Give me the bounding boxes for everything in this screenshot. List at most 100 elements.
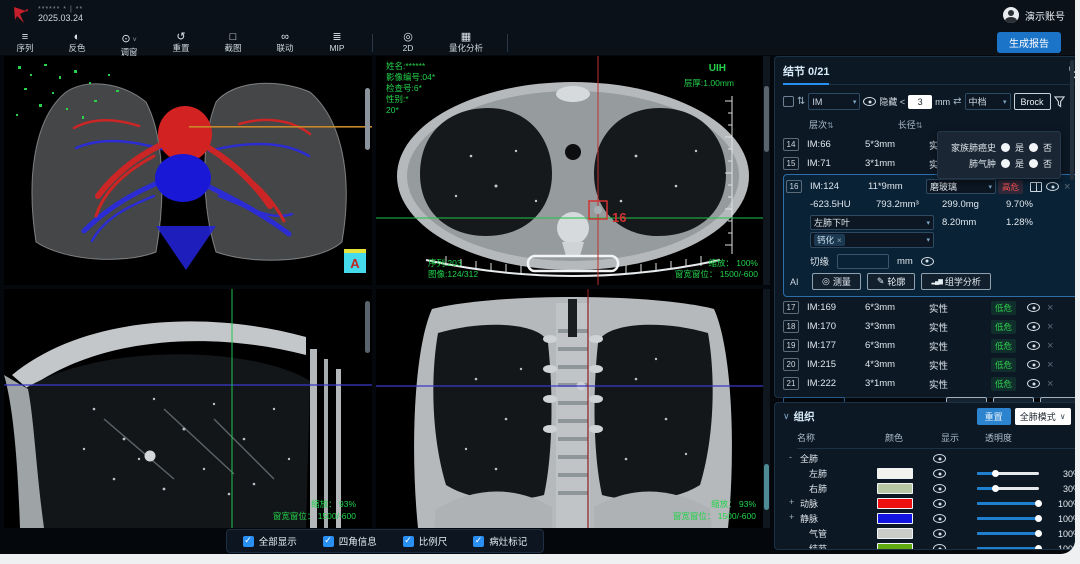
swap-icon[interactable]: ⇄ (953, 96, 961, 107)
eye-icon[interactable] (933, 514, 946, 523)
measure-button[interactable]: ◎测量 (812, 273, 861, 290)
opacity-slider[interactable] (977, 532, 1039, 535)
opacity-slider[interactable] (977, 517, 1039, 520)
toolbar-item-invert[interactable]: ◐ 反色 (60, 32, 94, 53)
viewport-3d[interactable]: A (4, 56, 372, 285)
lung-mode-select[interactable]: 全肺模式∨ (1015, 408, 1071, 425)
group-by-select[interactable]: IM▾ (808, 93, 860, 110)
radio-yes[interactable] (1001, 159, 1010, 168)
nodule-row[interactable]: 18 IM:170 3*3mm 实性 低危 (783, 317, 1075, 336)
hide-threshold-input[interactable] (908, 95, 932, 109)
color-swatch[interactable] (877, 468, 913, 479)
expand-toggle[interactable]: + (789, 512, 796, 525)
color-swatch[interactable] (877, 513, 913, 524)
opacity-slider[interactable] (977, 547, 1039, 550)
margin-input[interactable] (837, 254, 889, 269)
select-all-checkbox[interactable] (783, 96, 794, 107)
toolbar-item-reset[interactable]: ↺ 重置 (164, 32, 198, 53)
eye-icon[interactable] (1027, 341, 1040, 350)
tissue-row-whole-lung[interactable]: -全肺 (789, 451, 1075, 466)
checkbox-corner-info[interactable]: 四角信息 (323, 534, 377, 548)
opacity-slider[interactable] (977, 502, 1039, 505)
toolbar-item-screenshot[interactable]: □ 截图 (216, 32, 250, 53)
compare-icon[interactable] (1030, 182, 1042, 192)
eye-icon[interactable] (1027, 379, 1040, 388)
toolbar-item-link[interactable]: ∞ 联动 (268, 32, 302, 53)
filter-funnel-icon[interactable] (1054, 96, 1065, 108)
viewport-axial[interactable]: 16 姓名:****** 影像编号:04* 检查号:6* 性别:* 20* UI… (376, 56, 770, 285)
eye-icon[interactable] (933, 529, 946, 538)
opacity-slider[interactable] (977, 487, 1039, 490)
brock-button[interactable]: Brock (1014, 93, 1051, 110)
toolbar-item-series[interactable]: ≡ 序列 (8, 32, 42, 53)
nodule-row[interactable]: 19 IM:177 6*3mm 实性 低危 (783, 336, 1075, 355)
delete-icon[interactable] (1064, 181, 1075, 193)
checkbox-icon[interactable] (323, 536, 334, 547)
delete-icon[interactable] (1047, 340, 1061, 352)
radio-yes[interactable] (1001, 143, 1010, 152)
checkbox-icon[interactable] (243, 536, 254, 547)
toolbar-item-window[interactable]: ⊙˅ 调窗 (112, 29, 146, 57)
tissue-row-vein[interactable]: +静脉 100% (789, 511, 1075, 526)
color-swatch[interactable] (877, 498, 913, 509)
sagittal-ct-image[interactable] (4, 289, 372, 528)
eye-icon[interactable] (921, 257, 934, 266)
eye-icon[interactable] (933, 469, 946, 478)
eye-icon[interactable] (1027, 303, 1040, 312)
radio-no[interactable] (1029, 159, 1038, 168)
viewport-sagittal-scrollbar[interactable] (365, 301, 370, 353)
3d-lung-render[interactable] (4, 56, 372, 285)
eye-icon[interactable] (933, 484, 946, 493)
toolbar-item-mip[interactable]: ≣ MIP (320, 32, 354, 53)
tissue-row-left-lung[interactable]: 左肺 30% (789, 466, 1075, 481)
nodule-row-expanded[interactable]: 16 IM:124 11*9mm 磨玻璃▾ 高危 -623.5HU 793.2m… (783, 174, 1075, 297)
eye-icon[interactable] (1046, 182, 1059, 191)
eye-icon[interactable] (933, 454, 946, 463)
slider-thumb[interactable] (992, 485, 999, 492)
viewport-sagittal[interactable]: 缩放： 93% 窗宽窗位： 1500/-600 (4, 289, 372, 528)
viewport-coronal[interactable]: 缩放： 93% 窗宽窗位： 1500/-600 (376, 289, 770, 528)
checkbox-icon[interactable] (403, 536, 414, 547)
opacity-slider[interactable] (977, 472, 1039, 475)
checkbox-icon[interactable] (473, 536, 484, 547)
viewport-coronal-scrollbar[interactable] (764, 464, 769, 510)
radio-no[interactable] (1029, 143, 1038, 152)
nodule-row[interactable]: 21 IM:222 3*1mm 实性 低危 (783, 374, 1075, 393)
eye-icon[interactable] (1027, 360, 1040, 369)
checkbox-show-all[interactable]: 全部显示 (243, 534, 297, 548)
color-swatch[interactable] (877, 528, 913, 539)
checkbox-scale-ruler[interactable]: 比例尺 (403, 534, 448, 548)
viewport-axial-scrollbar[interactable] (764, 86, 769, 152)
tissue-reset-button[interactable]: 重置 (977, 408, 1011, 425)
slider-thumb[interactable] (1035, 500, 1042, 507)
slider-thumb[interactable] (1035, 515, 1042, 522)
sort-icon[interactable]: ⇅ (916, 121, 923, 130)
color-swatch[interactable] (877, 483, 913, 494)
tissue-row-artery[interactable]: +动脉 100% (789, 496, 1075, 511)
delete-icon[interactable] (1047, 378, 1061, 390)
tissue-row-trachea[interactable]: 气管 100% (789, 526, 1075, 541)
sign-tags-select[interactable]: 钙化 ▾ (810, 232, 934, 248)
color-swatch[interactable] (877, 543, 913, 550)
contour-button[interactable]: ✎轮廓 (867, 273, 916, 290)
tissue-row-nodule[interactable]: 结节 100% (789, 541, 1075, 550)
user-avatar[interactable] (1003, 7, 1019, 23)
collapse-icon[interactable]: ∨ (783, 411, 790, 422)
delete-icon[interactable] (1047, 321, 1061, 333)
toolbar-item-quant-analysis[interactable]: ▦ 量化分析 (443, 32, 489, 53)
risk-level-select[interactable]: 中档▾ (965, 93, 1011, 110)
coronal-ct-image[interactable] (376, 289, 770, 528)
eye-icon[interactable] (1027, 322, 1040, 331)
checkbox-lesion-marks[interactable]: 病灶标记 (473, 534, 527, 548)
delete-icon[interactable] (1047, 302, 1061, 314)
eye-icon[interactable] (933, 499, 946, 508)
eye-icon[interactable] (863, 97, 876, 106)
reference-line[interactable] (189, 126, 372, 128)
sort-icon[interactable]: ⇅ (797, 96, 805, 107)
tissue-row-right-lung[interactable]: 右肺 30% (789, 481, 1075, 496)
slider-thumb[interactable] (1035, 545, 1042, 550)
nodule-row[interactable]: 17 IM:169 6*3mm 实性 低危 (783, 298, 1075, 317)
delete-icon[interactable] (1047, 359, 1061, 371)
slider-thumb[interactable] (992, 470, 999, 477)
eye-icon[interactable] (933, 544, 946, 550)
